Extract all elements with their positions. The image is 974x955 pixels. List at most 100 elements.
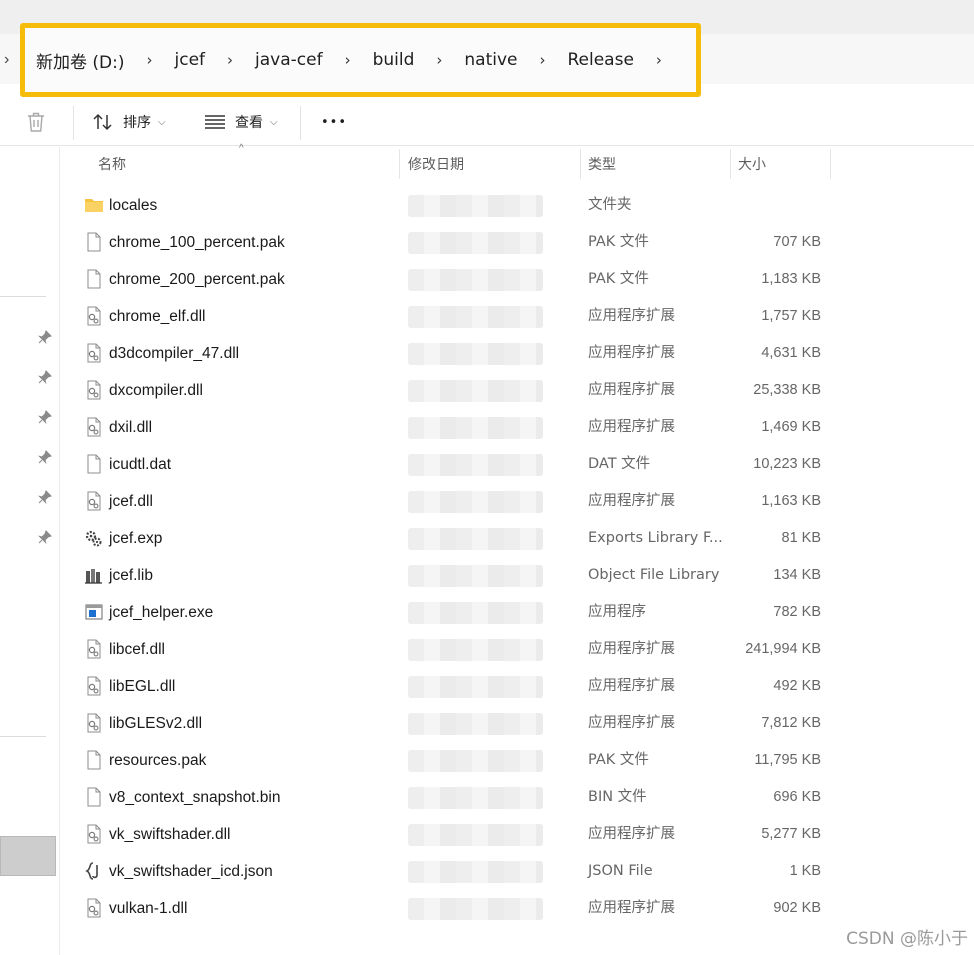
- file-name: resources.pak: [109, 752, 207, 769]
- file-row[interactable]: jcef_helper.exe 应用程序 782 KB: [60, 594, 974, 631]
- file-type: 应用程序扩展: [588, 345, 675, 361]
- file-row[interactable]: resources.pak PAK 文件 11,795 KB: [60, 742, 974, 779]
- file-row[interactable]: v8_context_snapshot.bin BIN 文件 696 KB: [60, 779, 974, 816]
- file-type: 应用程序扩展: [588, 641, 675, 657]
- file-size: 11,795 KB: [754, 752, 821, 768]
- file-row[interactable]: libcef.dll 应用程序扩展 241,994 KB: [60, 631, 974, 668]
- file-row[interactable]: dxil.dll 应用程序扩展 1,469 KB: [60, 409, 974, 446]
- modified-date-redacted: [408, 454, 543, 476]
- file-size: 25,338 KB: [753, 382, 821, 398]
- file-icon: [87, 454, 101, 474]
- file-name: libEGL.dll: [109, 678, 176, 695]
- file-size: 902 KB: [773, 900, 821, 916]
- pin-icon[interactable]: [38, 370, 52, 384]
- modified-date-redacted: [408, 565, 543, 587]
- file-row[interactable]: dxcompiler.dll 应用程序扩展 25,338 KB: [60, 372, 974, 409]
- modified-date-redacted: [408, 417, 543, 439]
- dll-icon: [87, 491, 101, 511]
- column-date[interactable]: 修改日期: [408, 147, 464, 181]
- file-size: 241,994 KB: [745, 641, 821, 657]
- breadcrumb-item[interactable]: native: [464, 50, 517, 70]
- file-row[interactable]: jcef.dll 应用程序扩展 1,163 KB: [60, 483, 974, 520]
- breadcrumb-item[interactable]: 新加卷 (D:): [36, 48, 125, 73]
- file-row[interactable]: jcef.exp Exports Library F... 81 KB: [60, 520, 974, 557]
- dll-icon: [87, 380, 101, 400]
- sort-button[interactable]: 排序 ⌵: [92, 108, 166, 136]
- modified-date-redacted: [408, 750, 543, 772]
- column-type[interactable]: 类型: [588, 147, 616, 181]
- json-icon: [85, 862, 98, 880]
- file-name: icudtl.dat: [109, 456, 172, 473]
- column-divider[interactable]: [580, 149, 581, 179]
- file-type: 应用程序扩展: [588, 678, 675, 694]
- sort-icon: [93, 113, 112, 131]
- chevron-right-icon[interactable]: ›: [227, 51, 233, 69]
- column-divider[interactable]: [730, 149, 731, 179]
- dll-icon: [87, 898, 101, 918]
- more-options-button[interactable]: •••: [321, 108, 347, 136]
- file-row[interactable]: locales 文件夹: [60, 187, 974, 224]
- modified-date-redacted: [408, 491, 543, 513]
- nav-item-selected[interactable]: [0, 836, 56, 876]
- file-type: DAT 文件: [588, 456, 651, 472]
- breadcrumb-item[interactable]: build: [373, 50, 415, 70]
- file-name: libGLESv2.dll: [109, 715, 203, 732]
- toolbar-divider: [73, 106, 74, 140]
- column-name[interactable]: 名称: [98, 147, 126, 181]
- file-row[interactable]: chrome_200_percent.pak PAK 文件 1,183 KB: [60, 261, 974, 298]
- view-button[interactable]: 查看 ⌵: [204, 108, 278, 136]
- file-size: 1,163 KB: [761, 493, 821, 509]
- nav-divider: [0, 736, 46, 737]
- file-row[interactable]: vk_swiftshader.dll 应用程序扩展 5,277 KB: [60, 816, 974, 853]
- file-row[interactable]: jcef.lib Object File Library 134 KB: [60, 557, 974, 594]
- file-name: jcef.lib: [109, 567, 153, 584]
- file-row[interactable]: libGLESv2.dll 应用程序扩展 7,812 KB: [60, 705, 974, 742]
- modified-date-redacted: [408, 676, 543, 698]
- file-size: 10,223 KB: [753, 456, 821, 472]
- column-size[interactable]: 大小: [738, 147, 766, 181]
- column-header: ^ 名称 修改日期 类型 大小: [60, 143, 974, 183]
- file-size: 1 KB: [789, 863, 821, 879]
- dll-icon: [87, 713, 101, 733]
- column-divider[interactable]: [399, 149, 400, 179]
- pin-icon[interactable]: [38, 410, 52, 424]
- pin-icon[interactable]: [38, 530, 52, 544]
- breadcrumb-item[interactable]: java-cef: [255, 50, 323, 70]
- delete-button[interactable]: [26, 108, 46, 136]
- pin-icon[interactable]: [38, 490, 52, 504]
- dll-icon: [87, 824, 101, 844]
- file-row[interactable]: vulkan-1.dll 应用程序扩展 902 KB: [60, 890, 974, 927]
- file-size: 81 KB: [781, 530, 822, 546]
- modified-date-redacted: [408, 528, 543, 550]
- chevron-right-icon[interactable]: ›: [656, 51, 662, 69]
- pin-icon[interactable]: [38, 330, 52, 344]
- file-row[interactable]: d3dcompiler_47.dll 应用程序扩展 4,631 KB: [60, 335, 974, 372]
- file-icon: [87, 269, 101, 289]
- chevron-right-icon[interactable]: ›: [436, 51, 442, 69]
- chevron-down-icon: ⌵: [270, 116, 278, 128]
- file-row[interactable]: chrome_elf.dll 应用程序扩展 1,757 KB: [60, 298, 974, 335]
- file-name: vulkan-1.dll: [109, 900, 188, 917]
- exe-icon: [85, 604, 103, 620]
- chevron-right-icon[interactable]: ›: [147, 51, 153, 69]
- chevron-right-icon[interactable]: ›: [4, 51, 9, 69]
- breadcrumb-item[interactable]: Release: [567, 50, 633, 70]
- chevron-right-icon[interactable]: ›: [345, 51, 351, 69]
- file-row[interactable]: icudtl.dat DAT 文件 10,223 KB: [60, 446, 974, 483]
- file-type: 应用程序扩展: [588, 308, 675, 324]
- file-row[interactable]: libEGL.dll 应用程序扩展 492 KB: [60, 668, 974, 705]
- column-divider[interactable]: [830, 149, 831, 179]
- file-row[interactable]: vk_swiftshader_icd.json JSON File 1 KB: [60, 853, 974, 890]
- lib-icon: [85, 569, 102, 584]
- navigation-pane: [0, 147, 60, 955]
- view-label: 查看: [235, 115, 263, 131]
- chevron-right-icon[interactable]: ›: [539, 51, 545, 69]
- pin-icon[interactable]: [38, 450, 52, 464]
- file-size: 1,183 KB: [761, 271, 821, 287]
- exp-icon: [85, 530, 102, 547]
- breadcrumb-item[interactable]: jcef: [175, 50, 206, 70]
- file-size: 4,631 KB: [761, 345, 821, 361]
- file-name: jcef_helper.exe: [109, 604, 214, 621]
- file-row[interactable]: chrome_100_percent.pak PAK 文件 707 KB: [60, 224, 974, 261]
- file-name: locales: [109, 197, 158, 214]
